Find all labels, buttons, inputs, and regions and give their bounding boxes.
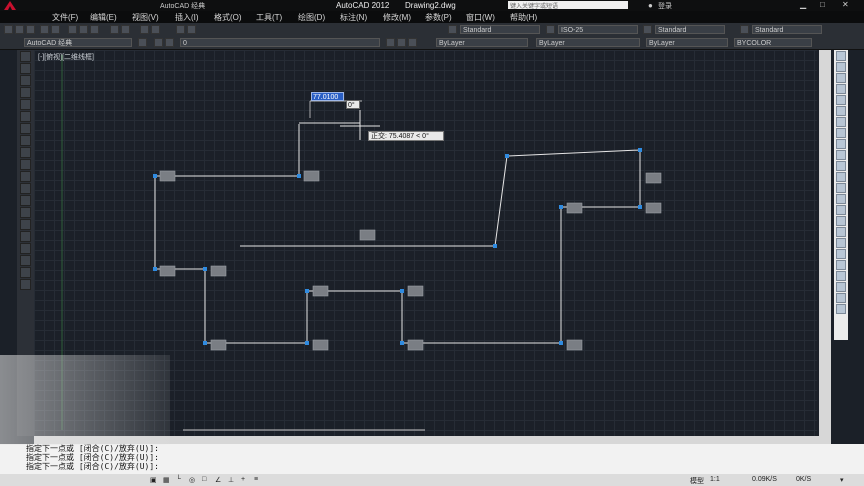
vertex-grip	[153, 174, 157, 178]
midpoint-grip	[566, 202, 583, 214]
command-window[interactable]: 指定下一点或 [闭合(C)/放弃(U)]: 指定下一点或 [闭合(C)/放弃(U…	[0, 444, 864, 474]
extend-icon[interactable]	[836, 161, 846, 171]
vertex-grip	[559, 341, 563, 345]
vertex-grip	[153, 267, 157, 271]
otrack-toggle-icon[interactable]: ∠	[215, 476, 221, 484]
midpoint-grip	[312, 285, 329, 297]
vertex-grip	[297, 174, 301, 178]
draw-order-front-icon[interactable]	[836, 238, 846, 248]
scale-icon[interactable]	[836, 128, 846, 138]
midpoint-grip	[407, 339, 424, 351]
array-icon[interactable]	[836, 95, 846, 105]
polyline-left-shape	[154, 124, 641, 344]
offset-icon[interactable]	[836, 84, 846, 94]
fillet-icon[interactable]	[836, 205, 846, 215]
stretch-icon[interactable]	[836, 139, 846, 149]
erase-icon[interactable]	[836, 51, 846, 61]
grid-toggle-icon[interactable]: ▦	[163, 476, 170, 484]
midpoint-grip	[210, 339, 227, 351]
text-front-icon[interactable]	[836, 260, 846, 270]
status-bar: ▣ ▦ └ ◎ □ ∠ ⊥ + ≡ 模型 1:1 0.09K/S 0K/S ▾	[0, 474, 864, 486]
watermark-overlay	[0, 355, 170, 445]
midpoint-grip	[645, 172, 662, 184]
snap-toggle-icon[interactable]: ▣	[150, 476, 157, 484]
vertex-grip	[203, 267, 207, 271]
network-speed-down: 0K/S	[796, 476, 812, 483]
network-speed-up: 0.09K/S	[752, 476, 777, 483]
midpoint-grip	[407, 285, 424, 297]
vertical-scrollbar[interactable]	[819, 50, 831, 436]
hatch-back-icon[interactable]	[836, 293, 846, 303]
vertex-grip	[493, 244, 497, 248]
midpoint-grip	[312, 339, 329, 351]
command-history-line: 指定下一点或 [闭合(C)/放弃(U)]:	[26, 453, 159, 462]
polar-tracking-tooltip: 正交: 75.4087 < 0°	[368, 131, 444, 141]
midpoint-grip	[359, 229, 376, 241]
midpoint-grip	[159, 170, 176, 182]
trim-icon[interactable]	[836, 150, 846, 160]
annotation-scale[interactable]: 1:1	[710, 476, 720, 483]
mirror-icon[interactable]	[836, 73, 846, 83]
join-icon[interactable]	[836, 183, 846, 193]
modify-toolbar	[834, 50, 848, 340]
vertex-grip	[400, 289, 404, 293]
break-icon[interactable]	[836, 172, 846, 182]
command-history-line: 指定下一点或 [闭合(C)/放弃(U)]:	[26, 444, 159, 453]
draw-order-icon[interactable]	[836, 227, 846, 237]
polar-toggle-icon[interactable]: ◎	[189, 476, 195, 484]
explode-icon[interactable]	[836, 216, 846, 226]
dyn-toggle-icon[interactable]: +	[241, 476, 245, 483]
draw-order-back-icon[interactable]	[836, 249, 846, 259]
ducs-toggle-icon[interactable]: ⊥	[228, 476, 234, 484]
vertex-grip	[305, 341, 309, 345]
model-label[interactable]: 模型	[690, 476, 704, 486]
vertex-grip	[505, 154, 509, 158]
dim-front-icon[interactable]	[836, 271, 846, 281]
osnap-toggle-icon[interactable]: □	[202, 476, 206, 483]
rotate-icon[interactable]	[836, 117, 846, 127]
midpoint-grip	[210, 265, 227, 277]
dynamic-length-input[interactable]: 77.0100	[311, 92, 344, 101]
midpoint-grip	[303, 170, 320, 182]
midpoint-grip	[645, 202, 662, 214]
midpoint-grip	[159, 265, 176, 277]
chamfer-icon[interactable]	[836, 194, 846, 204]
vertex-grip	[638, 148, 642, 152]
move-icon[interactable]	[836, 106, 846, 116]
vertex-grip	[203, 341, 207, 345]
dynamic-angle-input[interactable]: 0°	[346, 100, 360, 109]
copy-object-icon[interactable]	[836, 62, 846, 72]
ortho-toggle-icon[interactable]: └	[176, 476, 181, 483]
status-menu-icon[interactable]: ▾	[840, 476, 844, 484]
vertex-grip	[400, 341, 404, 345]
lwt-toggle-icon[interactable]: ≡	[254, 476, 258, 483]
vertex-grip	[305, 289, 309, 293]
command-prompt-line[interactable]: 指定下一点或 [闭合(C)/放弃(U)]:	[0, 462, 864, 471]
wipeout-icon[interactable]	[836, 304, 846, 314]
vertex-grip	[559, 205, 563, 209]
leader-front-icon[interactable]	[836, 282, 846, 292]
midpoint-grip	[566, 339, 583, 351]
vertex-grip	[638, 205, 642, 209]
